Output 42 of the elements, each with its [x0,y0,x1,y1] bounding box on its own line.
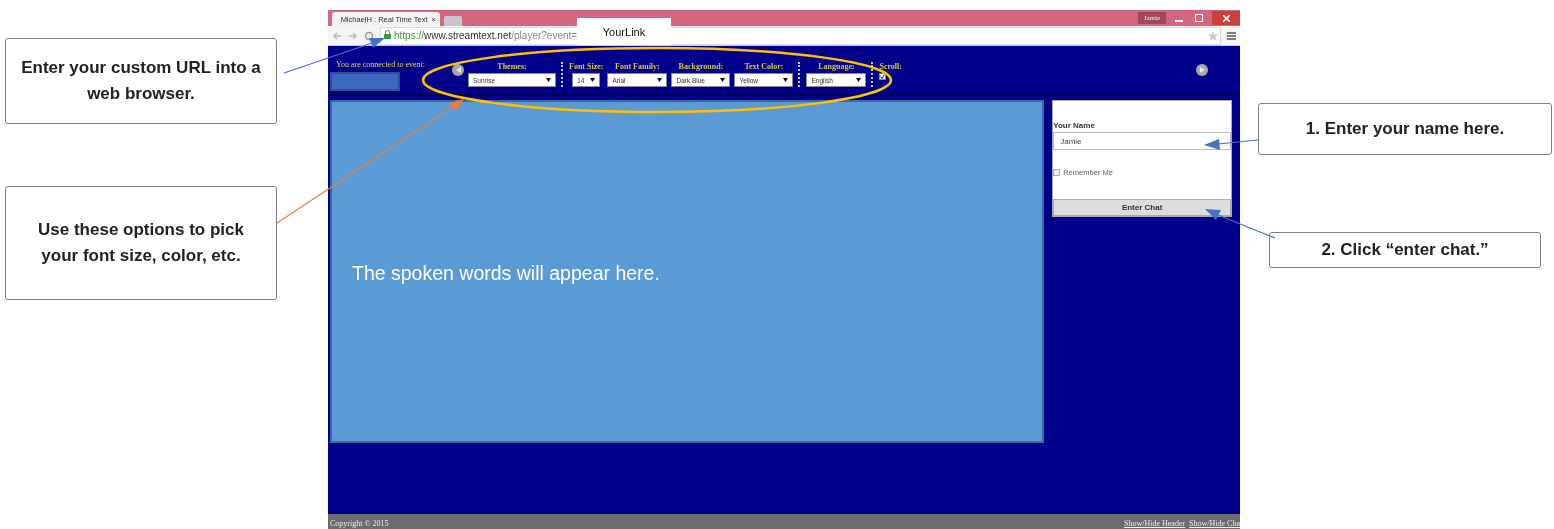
option-label: Language: [818,62,855,71]
close-icon [1222,14,1230,22]
event-field [330,72,400,91]
option-label: Text Color: [744,62,784,71]
play-icon [1199,67,1205,73]
remember-checkbox[interactable] [1053,169,1061,176]
url-text: https://www.streamtext.net/player?event= [394,30,578,41]
name-field[interactable]: Jamie [1053,132,1231,150]
maximize-icon[interactable] [1192,13,1206,23]
caption-text: The spoken words will appear here. [352,262,660,285]
arrow [1205,209,1276,239]
caret-down-icon [856,78,862,82]
caret-left-icon [455,67,461,73]
field-label: Your Name [1053,121,1096,130]
menu-icon[interactable] [1227,31,1236,40]
event-label: You are connected to event: [336,60,426,69]
option-label: Font Size: [569,62,604,71]
caret-down-icon [546,78,551,82]
link-label: YourLink [577,18,671,45]
footer-link[interactable]: Show/Hide Cha [1189,519,1240,528]
callout-box: 1. Enter your name here. [1258,103,1552,155]
star-icon[interactable] [1208,30,1218,41]
callout-box: Enter your custom URL into a web browser. [5,38,277,124]
caret-down-icon [720,78,726,82]
option-label: Scroll: [879,62,902,71]
caret-down-icon [590,78,596,82]
caret-down-icon [783,78,789,82]
previous-button[interactable] [452,64,464,76]
callout-box: Use these options to pick your font size, color, etc. [5,186,277,300]
option-label: Themes: [497,62,527,71]
lock-icon [384,30,391,41]
option-label: Font Family: [615,62,660,71]
option-label: Background: [678,62,724,71]
scroll-checkbox[interactable] [879,73,887,80]
callout-box: 2. Click “enter chat.” [1269,232,1541,268]
next-button[interactable] [1196,64,1208,76]
caret-down-icon [657,78,663,82]
arrow [1204,139,1259,150]
copyright-text: Copyright © 2015 [330,519,389,528]
close-button[interactable] [1212,11,1240,25]
footer-link[interactable]: Show/Hide Header [1124,519,1186,528]
enter-chat-button[interactable]: Enter Chat [1053,199,1231,216]
